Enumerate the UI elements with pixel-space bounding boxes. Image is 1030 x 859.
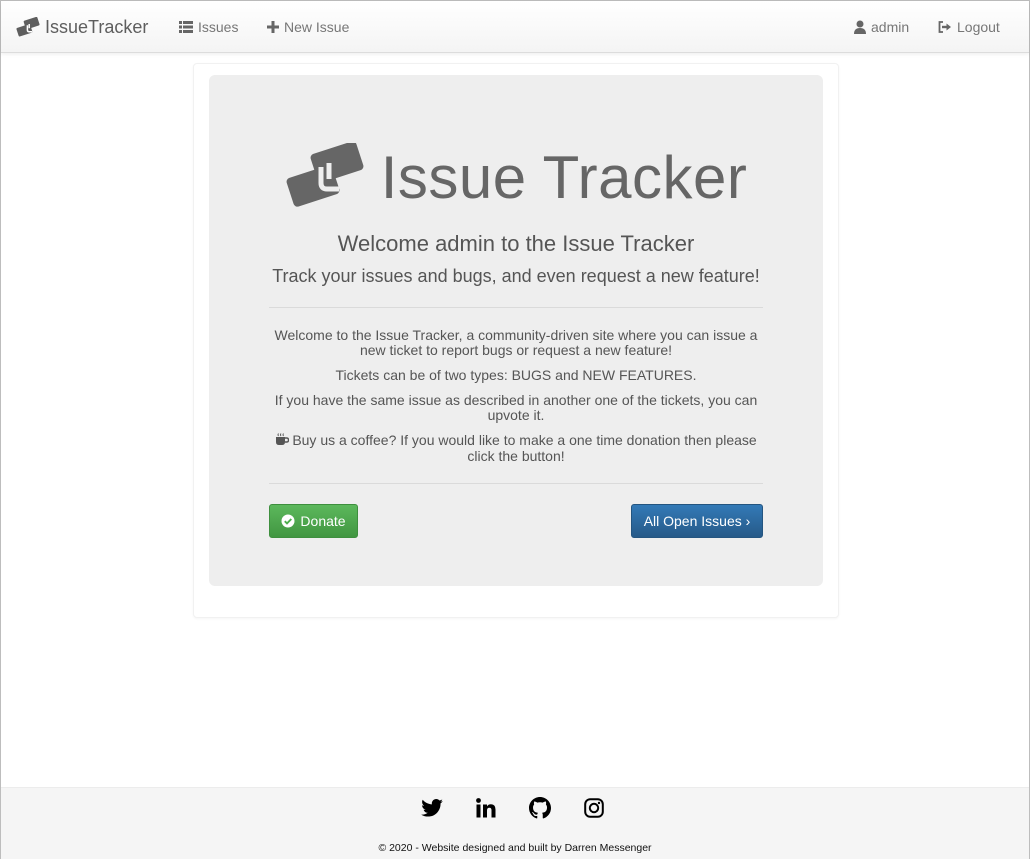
donate-label: Donate [300,513,346,529]
hero-title-text: Issue Tracker [380,143,748,211]
navbar: IssueTracker Issues New Issue admin Logo… [1,1,1029,53]
instagram-icon[interactable] [583,797,605,819]
nav-new-issue-label: New Issue [284,19,350,35]
handshake-icon [285,140,365,212]
footer: © 2020 - Website designed and built by D… [1,787,1029,859]
ticket-types-paragraph: Tickets can be of two types: BUGS and NE… [335,367,697,383]
twitter-icon[interactable] [421,797,443,819]
intro-paragraph: Welcome to the Issue Tracker, a communit… [274,327,758,358]
divider [269,483,763,484]
social-links [1,797,1029,819]
nav-user-label: admin [871,19,910,35]
user-icon [854,20,866,34]
nav-user[interactable]: admin [854,17,909,37]
nav-new-issue[interactable]: New Issue [267,17,349,37]
list-icon [179,21,193,33]
copyright: © 2020 - Website designed and built by D… [378,842,652,854]
coffee-paragraph: Buy us a coffee? If you would like to ma… [269,433,763,464]
coffee-icon [275,433,290,449]
plus-icon [267,21,279,33]
github-icon[interactable] [529,797,551,819]
brand-name: IssueTracker [45,16,149,37]
divider [269,307,763,308]
coffee-text: Buy us a coffee? If you would like to ma… [292,432,757,464]
all-open-issues-button[interactable]: All Open Issues › [631,504,763,538]
linkedin-icon[interactable] [475,797,497,819]
nav-logout-label: Logout [957,19,1000,35]
logout-icon [938,21,952,33]
handshake-icon [16,17,40,37]
nav-issues-label: Issues [198,19,239,35]
hero-title: Issue Tracker [1,140,1030,213]
check-circle-icon [281,514,295,528]
tagline: Track your issues and bugs, and even req… [272,266,760,286]
welcome-heading: Welcome admin to the Issue Tracker [337,231,695,256]
donate-button[interactable]: Donate [269,504,358,538]
upvote-paragraph: If you have the same issue as described … [274,392,758,423]
nav-issues[interactable]: Issues [179,17,238,37]
brand-link[interactable]: IssueTracker [16,15,148,39]
nav-logout[interactable]: Logout [938,17,1000,37]
all-open-issues-label: All Open Issues › [643,513,751,529]
